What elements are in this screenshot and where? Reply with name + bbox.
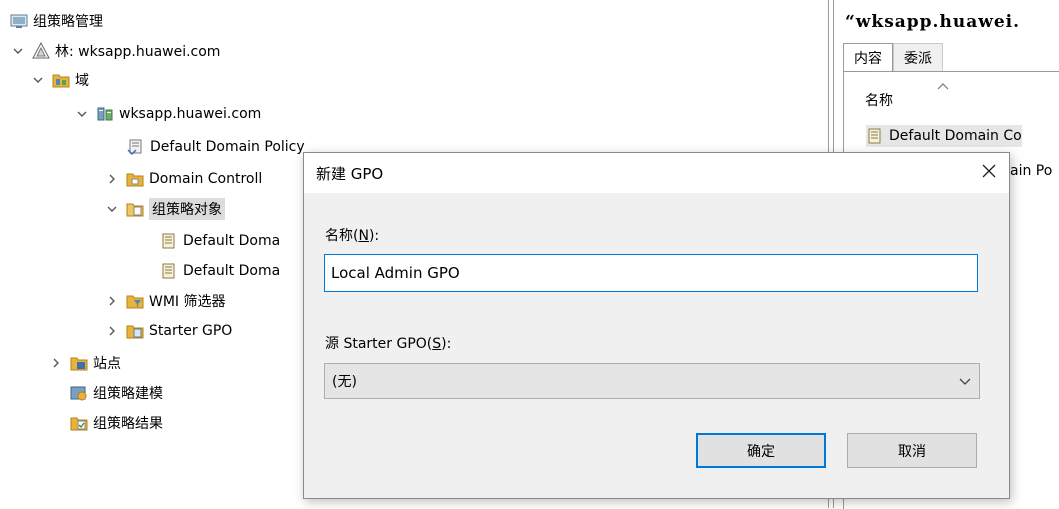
tab-contents[interactable]: 内容 [843,43,893,72]
right-pane-title: “wksapp.huawei. [845,12,1021,32]
starter-gpo-value: (无) [332,374,357,390]
tree-label-starter-gpo: Starter GPO [149,323,233,339]
starter-gpo-select[interactable]: (无) [324,363,980,399]
tree-label-domains: 域 [75,73,89,89]
modeling-icon [70,384,88,402]
chevron-right-icon[interactable] [48,355,64,371]
forest-triangle-icon [32,42,50,60]
chevron-right-icon[interactable] [104,293,120,309]
gpo-folder-icon [126,200,144,218]
tree-label-domain-controllers: Domain Controll [149,171,263,187]
tree-label-sites: 站点 [93,356,121,372]
tree-node-domain[interactable]: wksapp.huawei.com [74,101,261,127]
tree-node-domains[interactable]: 域 [30,67,89,93]
tree-node-starter-gpo[interactable]: Starter GPO [104,318,232,344]
gpm-console-icon [10,12,28,30]
tree-label-gpo-objects: 组策略对象 [149,198,225,220]
gpo-scroll-icon [160,232,178,250]
tree-node-root[interactable]: 组策略管理 [10,8,103,34]
list-item-label: ain Po [1010,163,1053,179]
tree-node-gp-results[interactable]: 组策略结果 [70,410,163,436]
tree-node-sites[interactable]: 站点 [48,350,121,376]
list-item[interactable]: Default Domain Co [866,125,1022,147]
chevron-right-icon[interactable] [104,171,120,187]
tree-label-gp-modeling: 组策略建模 [93,386,163,402]
close-icon [982,164,996,182]
dialog-titlebar[interactable]: 新建 GPO [304,153,1009,193]
chevron-down-icon [959,375,971,391]
chevron-right-icon[interactable] [104,323,120,339]
new-gpo-dialog: 新建 GPO 名称(N): 源 Starter GPO(S): (无) 确定 取… [303,152,1010,499]
tree-node-forest[interactable]: 林: wksapp.huawei.com [10,38,220,64]
gpo-link-icon [127,138,145,156]
close-button[interactable] [973,157,1005,189]
results-icon [70,414,88,432]
tree-node-gpo-item-1[interactable]: Default Doma [160,228,280,254]
starter-folder-icon [126,322,144,340]
name-label: 名称(N): [325,228,380,244]
tree-node-gpo-item-2[interactable]: Default Doma [160,258,280,284]
gpo-scroll-icon [160,262,178,280]
tree-label-gp-results: 组策略结果 [93,416,163,432]
tree-node-gp-modeling[interactable]: 组策略建模 [70,380,163,406]
domains-folder-icon [52,71,70,89]
sort-ascending-icon [937,80,949,93]
chevron-down-icon[interactable] [30,72,46,88]
tree-label-gpo-item-2: Default Doma [183,263,281,279]
tree-node-gpo-objects[interactable]: 组策略对象 [104,196,225,222]
tree-label-root: 组策略管理 [33,14,103,30]
tree-node-domain-controllers[interactable]: Domain Controll [104,166,262,192]
tree-label-forest: 林: wksapp.huawei.com [55,44,221,60]
list-item[interactable]: ain Po [1010,160,1052,182]
starter-gpo-label: 源 Starter GPO(S): [325,336,452,352]
cancel-button[interactable]: 取消 [847,433,977,468]
tree-label-gpo-item-1: Default Doma [183,233,281,249]
tree-label-default-domain-policy: Default Domain Policy [150,139,305,155]
ok-button[interactable]: 确定 [696,433,826,468]
gpo-scroll-icon [866,127,884,145]
tab-delegation[interactable]: 委派 [893,43,943,71]
chevron-down-icon[interactable] [10,43,26,59]
chevron-down-icon[interactable] [104,201,120,217]
wmi-folder-icon [126,292,144,310]
domain-icon [96,105,114,123]
gpo-name-input[interactable] [324,254,978,292]
list-item-label: Default Domain Co [889,128,1022,144]
tree-node-wmi-filters[interactable]: WMI 筛选器 [104,288,226,314]
tree-label-wmi-filters: WMI 筛选器 [149,294,226,310]
right-pane-tabs: 内容 委派 [843,43,943,72]
ou-folder-icon [126,170,144,188]
sites-folder-icon [70,354,88,372]
name-accesskey: N [358,228,369,244]
chevron-down-icon[interactable] [74,106,90,122]
column-header-name[interactable]: 名称 [865,90,893,110]
tree-node-default-domain-policy[interactable]: Default Domain Policy [127,134,305,160]
tree-label-domain: wksapp.huawei.com [119,106,262,122]
dialog-title: 新建 GPO [316,164,384,183]
starter-accesskey: S [432,336,442,352]
